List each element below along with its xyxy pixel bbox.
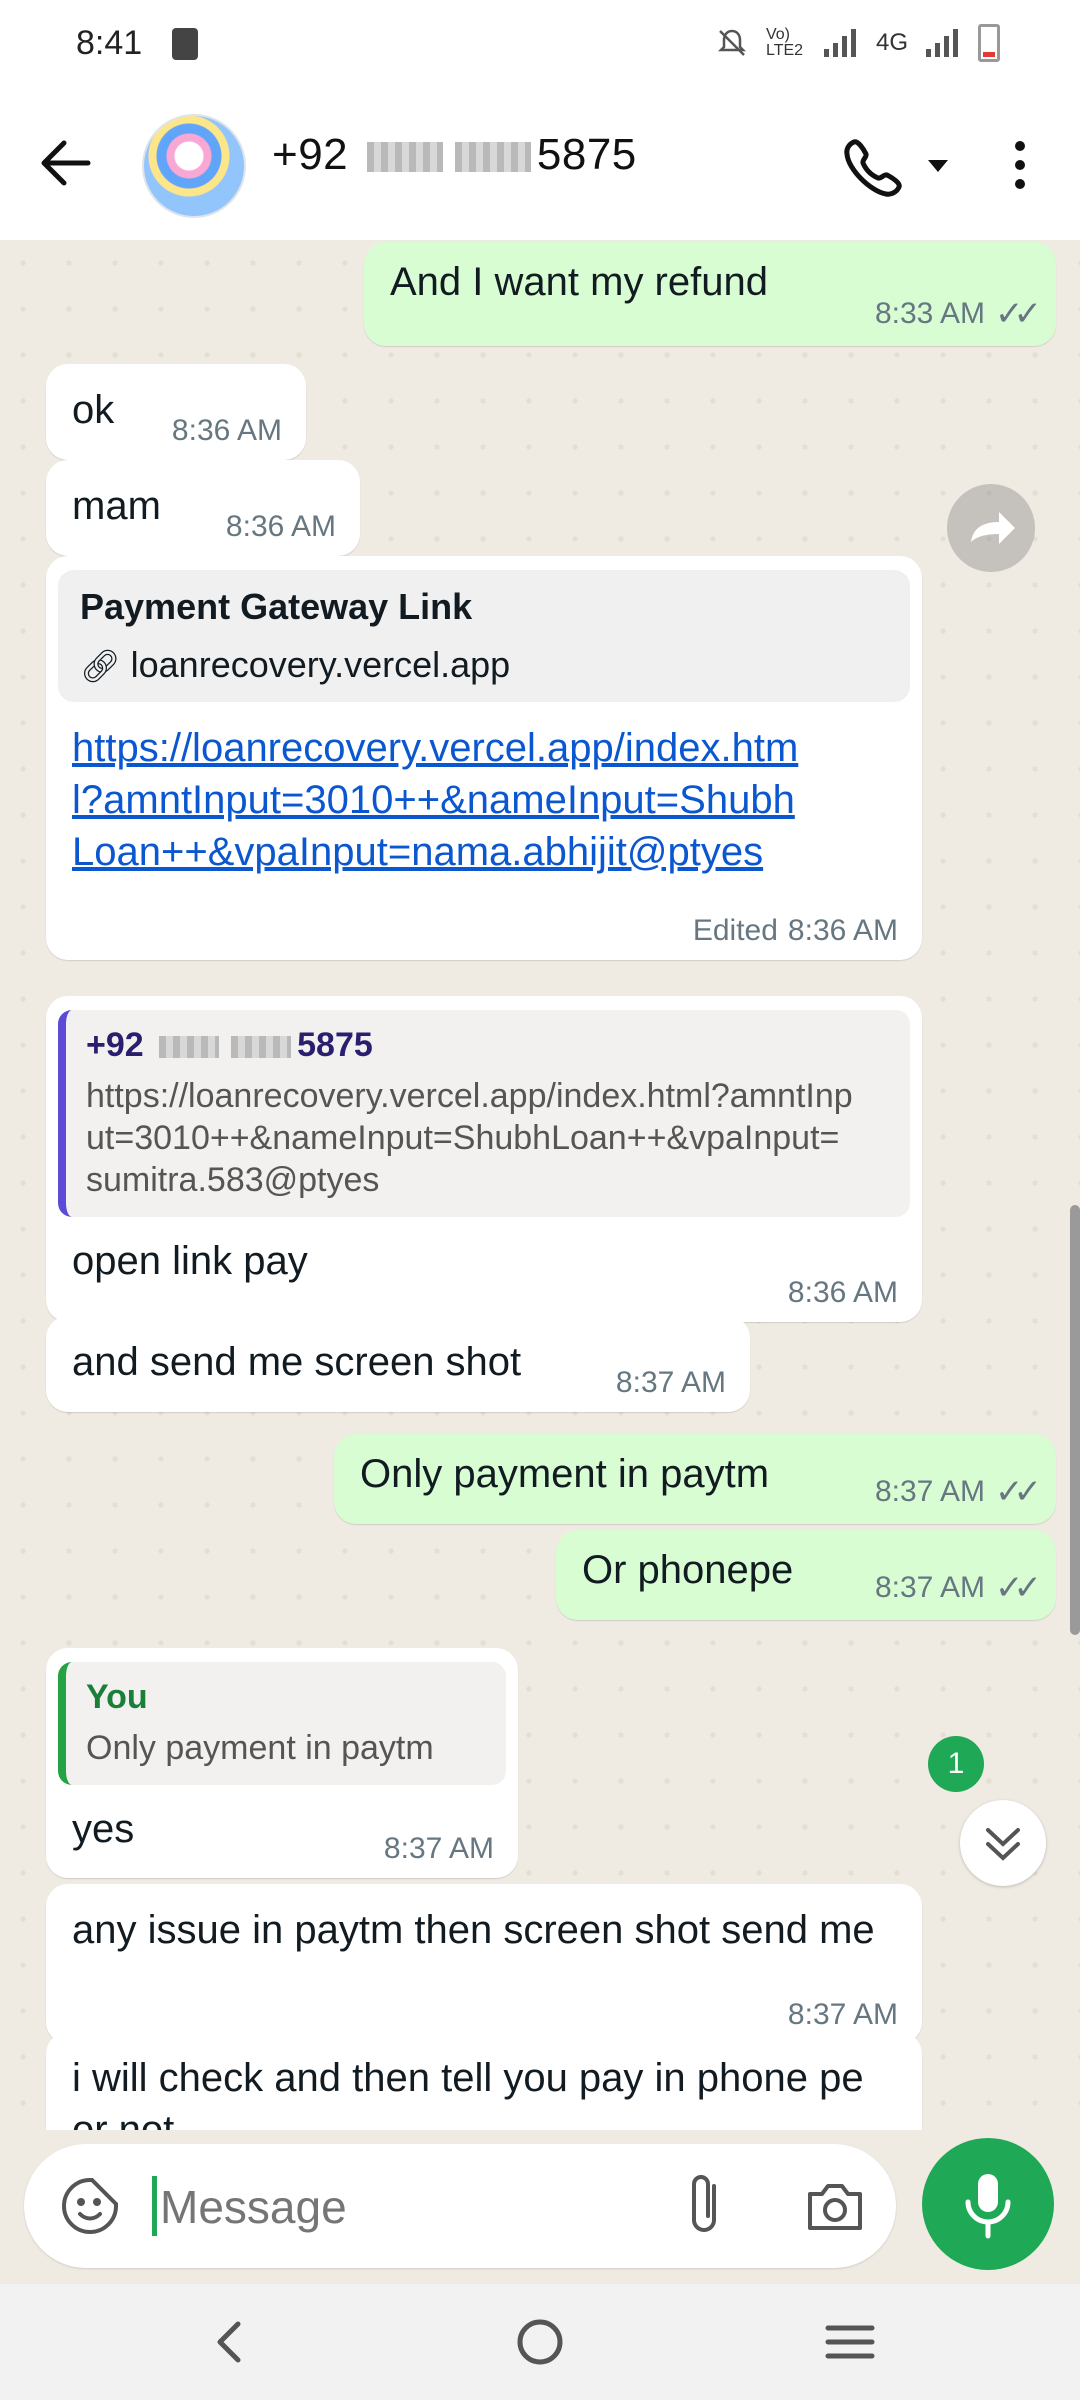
quote-author: +92 5875 bbox=[86, 1026, 890, 1065]
mute-icon bbox=[717, 29, 747, 56]
redacted-block bbox=[231, 1036, 292, 1059]
message-meta: 8:36 AM bbox=[788, 1276, 898, 1310]
message-meta: 8:37 AM bbox=[616, 1366, 726, 1400]
message-composer bbox=[24, 2144, 896, 2268]
signal-icon-2 bbox=[926, 29, 958, 57]
edited-label: Edited bbox=[692, 914, 778, 947]
message-meta: Edited 8:36 AM bbox=[693, 914, 898, 948]
quote-text: Only payment in paytm bbox=[86, 1729, 434, 1767]
quote-author: You bbox=[86, 1678, 148, 1716]
message-time: 8:36 AM bbox=[787, 1276, 898, 1309]
message-bubble-outgoing[interactable]: Only payment in paytm 8:37 AM ✓✓ bbox=[334, 1434, 1056, 1524]
message-text: any issue in paytm then screen shot send… bbox=[72, 1908, 875, 1952]
message-input[interactable] bbox=[158, 2174, 682, 2240]
quote-author-suffix: 5875 bbox=[297, 1026, 373, 1064]
preview-domain-row: 🔗︎ loanrecovery.vercel.app bbox=[80, 644, 888, 686]
alert-notification-icon bbox=[172, 28, 198, 60]
nav-home-icon[interactable] bbox=[512, 2314, 568, 2370]
message-bubble-outgoing[interactable]: Or phonepe 8:37 AM ✓✓ bbox=[556, 1530, 1056, 1620]
battery-icon bbox=[978, 24, 1000, 62]
mic-icon[interactable] bbox=[922, 2138, 1054, 2270]
message-meta: 8:36 AM bbox=[172, 414, 282, 448]
quoted-message[interactable]: +92 5875 https://loanrecovery.vercel.app… bbox=[58, 1010, 910, 1217]
quote-author-prefix: +92 bbox=[86, 1026, 144, 1064]
message-list[interactable]: And I want my refund 8:33 AM ✓✓ ok 8:36 A… bbox=[0, 240, 1080, 2130]
contact-name[interactable]: +92 5875 bbox=[272, 130, 637, 180]
nav-back-icon[interactable] bbox=[204, 2312, 254, 2372]
message-time: 8:33 AM bbox=[874, 297, 986, 330]
sticker-icon[interactable] bbox=[58, 2174, 122, 2238]
unread-badge: 1 bbox=[928, 1736, 984, 1792]
message-meta: 8:36 AM bbox=[226, 510, 336, 544]
quote-text: https://loanrecovery.vercel.app/index.ht… bbox=[86, 1077, 853, 1199]
back-arrow-icon[interactable] bbox=[30, 128, 100, 198]
attach-icon[interactable] bbox=[674, 2170, 740, 2242]
message-bubble-incoming[interactable]: ok 8:36 AM bbox=[46, 364, 306, 460]
system-nav-bar bbox=[0, 2284, 1080, 2400]
status-icons: Vo) LTE2 4G bbox=[716, 24, 1000, 62]
message-bubble-incoming[interactable]: i will check and then tell you pay in ph… bbox=[46, 2032, 922, 2130]
message-bubble-reply[interactable]: +92 5875 https://loanrecovery.vercel.app… bbox=[46, 996, 922, 1322]
read-ticks-icon: ✓✓ bbox=[995, 295, 1042, 333]
text-caret bbox=[152, 2176, 157, 2236]
message-meta: 8:33 AM ✓✓ bbox=[874, 294, 1042, 334]
redacted-block bbox=[454, 142, 531, 173]
message-bubble-incoming[interactable]: mam 8:36 AM bbox=[46, 460, 360, 556]
message-text: i will check and then tell you pay in ph… bbox=[72, 2056, 864, 2130]
message-time: 8:36 AM bbox=[171, 414, 282, 447]
phone-icon[interactable] bbox=[840, 132, 960, 198]
status-time: 8:41 bbox=[76, 24, 143, 62]
message-meta: 8:37 AM ✓✓ bbox=[874, 1472, 1042, 1512]
preview-title: Payment Gateway Link bbox=[80, 586, 473, 627]
redacted-block bbox=[159, 1036, 220, 1059]
chat-header: +92 5875 bbox=[0, 90, 1080, 240]
status-bar: 8:41 Vo) LTE2 4G bbox=[0, 0, 1080, 90]
volte-label: Vo) LTE2 bbox=[765, 26, 804, 59]
message-link[interactable]: https://loanrecovery.vercel.app/index.ht… bbox=[72, 722, 812, 878]
contact-prefix: +92 bbox=[272, 130, 349, 179]
signal-icon bbox=[823, 29, 856, 57]
message-time: 8:37 AM bbox=[615, 1366, 726, 1399]
message-time: 8:37 AM bbox=[383, 1832, 494, 1865]
more-vert-icon[interactable] bbox=[1000, 132, 1040, 198]
message-meta: 8:37 AM bbox=[384, 1832, 494, 1866]
read-ticks-icon: ✓✓ bbox=[995, 1569, 1042, 1607]
message-time: 8:36 AM bbox=[225, 510, 336, 543]
message-time: 8:37 AM bbox=[874, 1571, 986, 1604]
read-ticks-icon: ✓✓ bbox=[995, 1473, 1042, 1511]
link-preview[interactable]: Payment Gateway Link 🔗︎ loanrecovery.ver… bbox=[58, 570, 910, 702]
message-text: open link pay bbox=[72, 1239, 308, 1283]
message-meta: 8:37 AM ✓✓ bbox=[874, 1568, 1042, 1608]
message-time: 8:37 AM bbox=[874, 1475, 986, 1508]
message-bubble-outgoing[interactable]: And I want my refund 8:33 AM ✓✓ bbox=[364, 242, 1056, 346]
forward-icon[interactable] bbox=[947, 484, 1035, 572]
preview-domain: loanrecovery.vercel.app bbox=[130, 644, 511, 685]
contact-suffix: 5875 bbox=[536, 130, 637, 179]
nav-recents-icon[interactable] bbox=[820, 2316, 880, 2368]
message-bubble-incoming[interactable]: any issue in paytm then screen shot send… bbox=[46, 1884, 922, 2044]
message-bubble-reply[interactable]: You Only payment in paytm yes 8:37 AM bbox=[46, 1648, 518, 1878]
camera-icon[interactable] bbox=[802, 2174, 868, 2238]
double-chevron-down-icon[interactable] bbox=[960, 1800, 1046, 1886]
quoted-message[interactable]: You Only payment in paytm bbox=[58, 1662, 506, 1785]
network-label: 4G bbox=[875, 29, 908, 56]
message-bubble-incoming[interactable]: and send me screen shot 8:37 AM bbox=[46, 1316, 750, 1412]
message-time: 8:37 AM bbox=[787, 1998, 898, 2031]
scrollbar[interactable] bbox=[1070, 1205, 1080, 1635]
avatar[interactable] bbox=[142, 114, 246, 218]
link-icon: 🔗︎ bbox=[80, 648, 121, 684]
message-bubble-link[interactable]: Payment Gateway Link 🔗︎ loanrecovery.ver… bbox=[46, 556, 922, 960]
message-time: 8:36 AM bbox=[787, 914, 898, 947]
redacted-block bbox=[366, 142, 443, 173]
message-meta: 8:37 AM bbox=[788, 1998, 898, 2032]
